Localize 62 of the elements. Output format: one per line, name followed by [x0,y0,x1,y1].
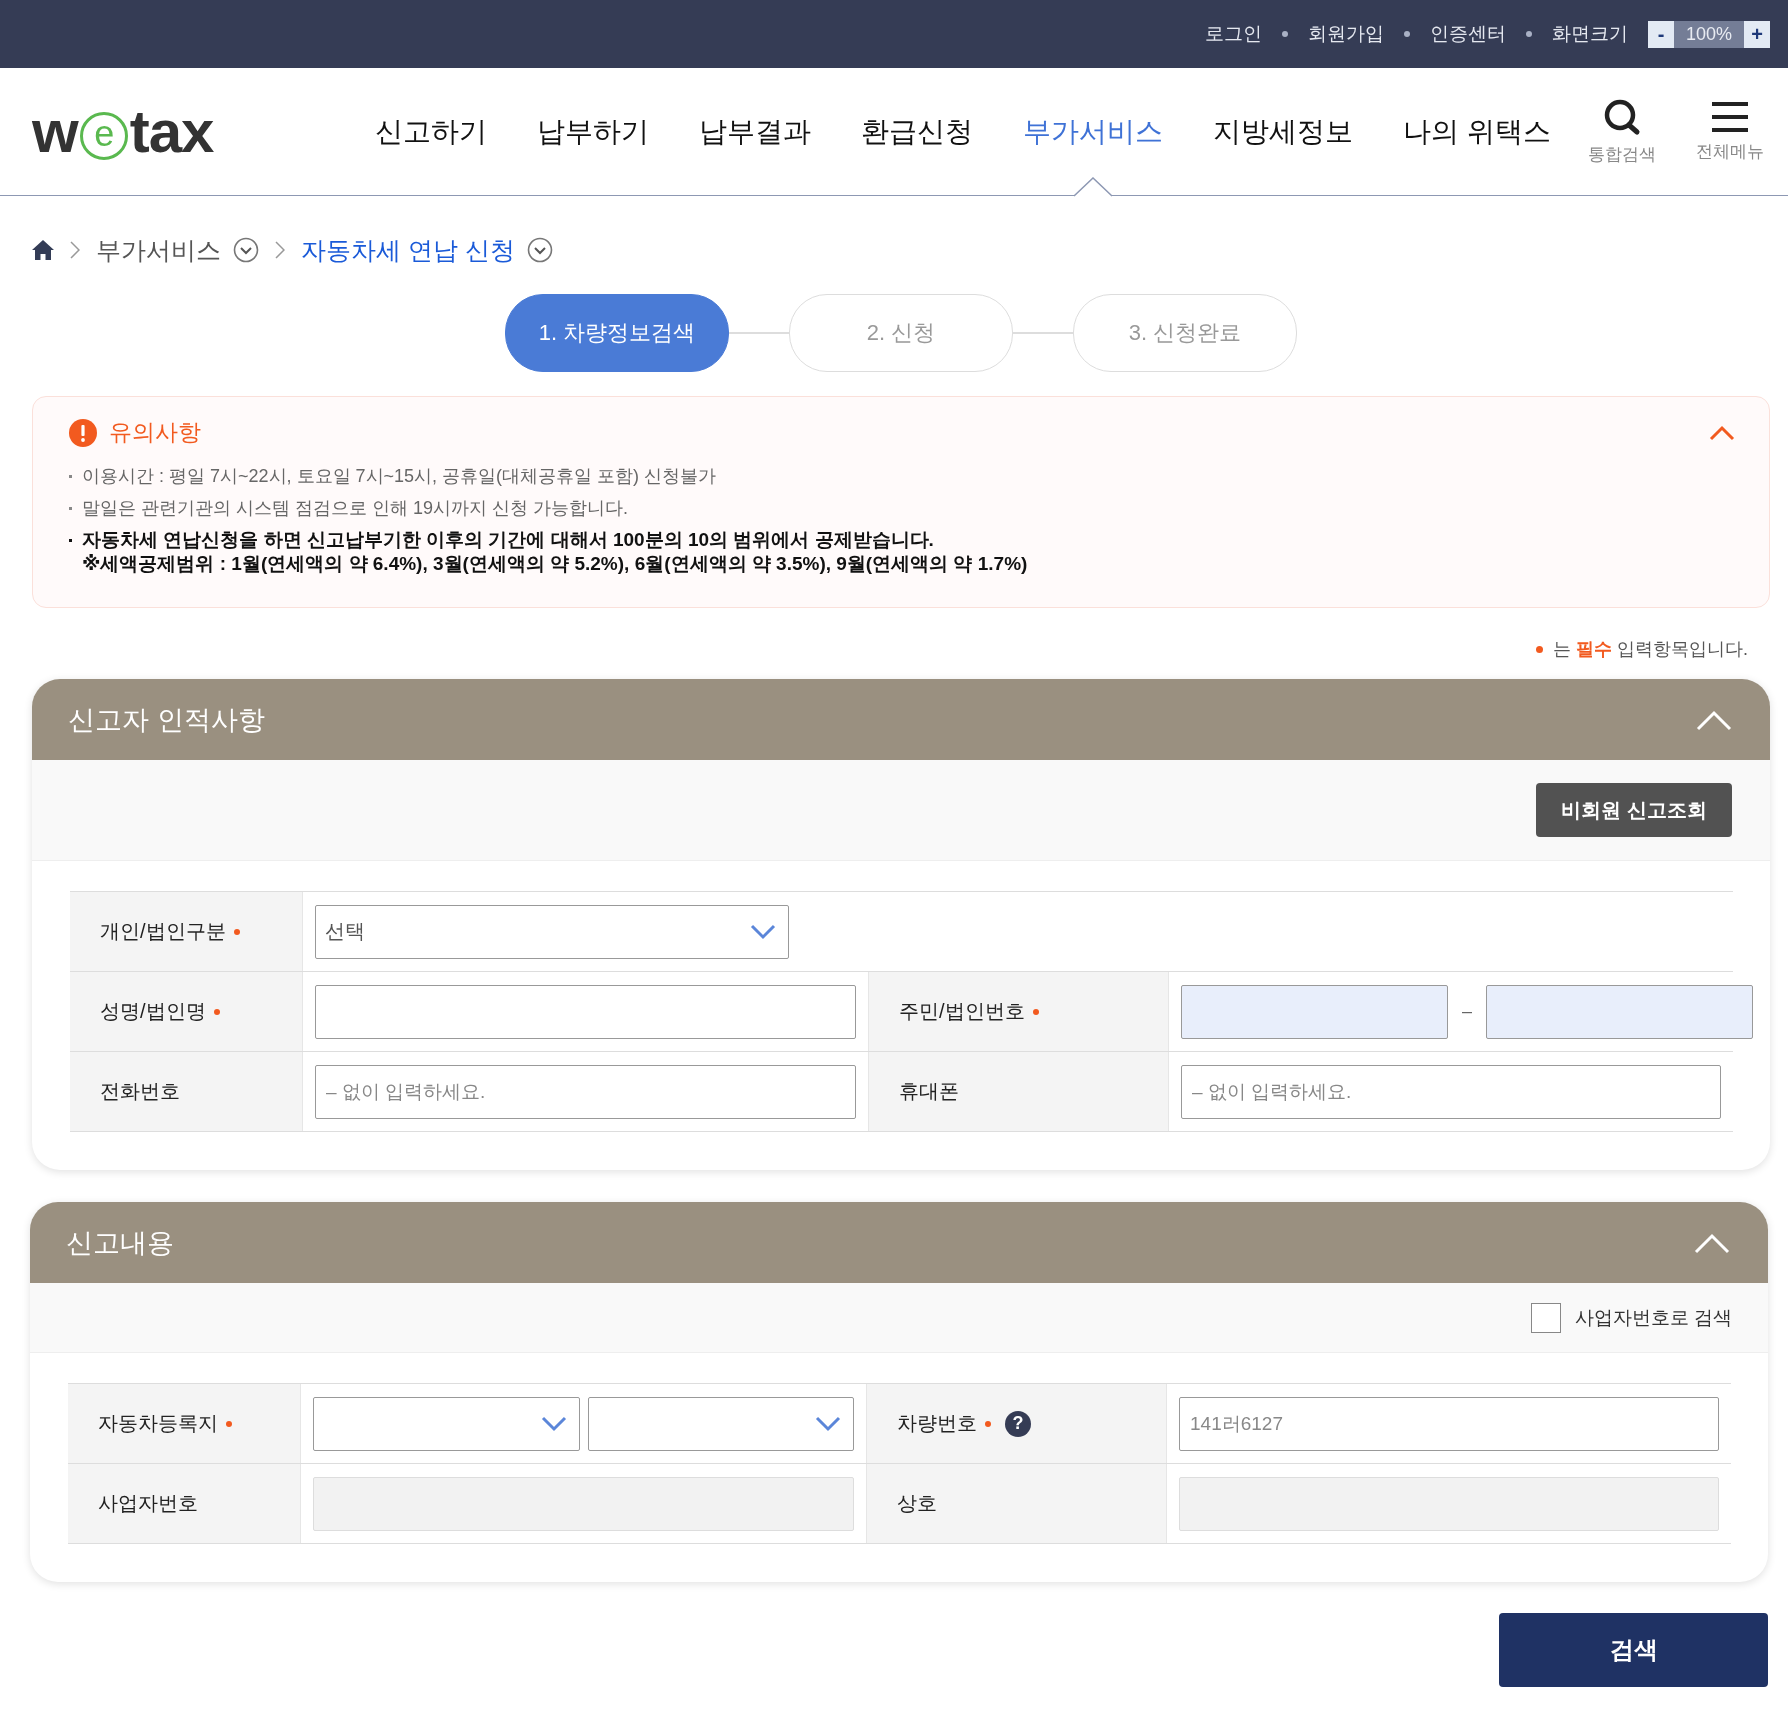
notice-title: 유의사항 [109,418,201,447]
required-note: 는 필수 입력항목입니다. [1552,638,1748,661]
search-icon [1602,97,1642,137]
tool-button[interactable]: 통합검색 [1582,97,1662,166]
search-button[interactable]: 검색 [1499,1613,1768,1687]
tool-button[interactable]: 전체메뉴 [1690,100,1770,163]
zoom-in-button[interactable]: + [1744,20,1770,48]
nav-item[interactable]: 납부하기 [537,112,650,151]
chevron-down-icon [540,1415,567,1432]
notice-text: ※세액공제범위 : 1월(연세액의 약 6.4%), 3월(연세액의 약 5.2%), 6월(연세액의 약 3.5%), 9월(연세액의 약 1.7%) [82,552,1028,576]
separator-text: – [1462,1001,1472,1022]
input-field[interactable] [1486,984,1753,1039]
field-label: 자동차등록지 [98,1411,218,1436]
nav-item[interactable]: 지방세정보 [1213,112,1354,151]
field-label: 주민/법인번호 [899,999,1025,1024]
help-icon[interactable]: ? [1005,1410,1031,1437]
select-field[interactable] [587,1396,854,1451]
menu-icon [1712,100,1748,134]
field-label: 차량번호 [897,1411,977,1436]
chevron-right-icon [275,240,285,260]
top-link[interactable]: 로그인 [1205,21,1262,47]
input-field[interactable]: 141러6127 [1179,1396,1719,1451]
chevron-down-icon [750,923,776,940]
zoom-value: 100% [1674,20,1744,48]
lookup-button[interactable]: 비회원 신고조회 [1536,783,1732,837]
zoom-out-button[interactable]: - [1648,20,1674,48]
field-label: 전화번호 [100,1079,180,1104]
checkbox[interactable] [1530,1302,1561,1333]
dropdown-circle-icon[interactable] [526,237,553,263]
breadcrumb-link[interactable]: 자동차세 연납 신청 [301,233,515,267]
field-label: 성명/법인명 [100,999,206,1024]
notice-text: 자동차세 연납신청을 하면 신고납부기한 이후의 기간에 대해서 100분의 10의 범위에서 공제받습니다. [82,528,935,552]
notice-text: 말일은 관련기관의 시스템 점검으로 인해 19시까지 신청 가능합니다. [82,497,629,520]
field-label: 휴대폰 [899,1079,959,1104]
required-dot [1535,645,1543,653]
checkbox-label: 사업자번호로 검색 [1574,1305,1732,1330]
input-field[interactable]: – 없이 입력하세요. [315,1064,856,1119]
select-field[interactable] [313,1396,580,1451]
zoom-label: 화면크기 [1552,22,1628,46]
notice-text: 이용시간 : 평일 7시~22시, 토요일 7시~15시, 공휴일(대체공휴일 포함) 신청불가 [82,465,717,488]
chevron-down-icon [815,1415,841,1432]
nav-item[interactable]: 납부결과 [699,112,812,151]
dropdown-circle-icon[interactable] [233,237,259,263]
nav-item[interactable]: 나의 위택스 [1403,112,1552,151]
warning-icon [69,418,97,447]
select-field[interactable]: 선택 [315,904,789,959]
top-link[interactable]: 인증센터 [1430,21,1506,47]
field-label: 상호 [897,1491,937,1516]
nav-item[interactable]: 환급신청 [861,112,974,151]
logo[interactable]: w e tax [32,68,214,195]
nav-item[interactable]: 부가서비스 [1023,112,1164,151]
home-icon[interactable] [32,240,54,260]
field-label: 개인/법인구분 [100,919,226,944]
input-field[interactable] [1181,984,1448,1039]
chevron-up-icon[interactable] [1709,424,1735,441]
top-link[interactable]: 회원가입 [1308,21,1384,47]
nav-item[interactable]: 신고하기 [375,112,488,151]
chevron-right-icon [70,240,80,260]
input-field[interactable]: – 없이 입력하세요. [1181,1064,1721,1119]
input-field[interactable] [315,984,856,1039]
breadcrumb-link[interactable]: 부가서비스 [96,233,221,267]
field-label: 사업자번호 [98,1491,198,1516]
